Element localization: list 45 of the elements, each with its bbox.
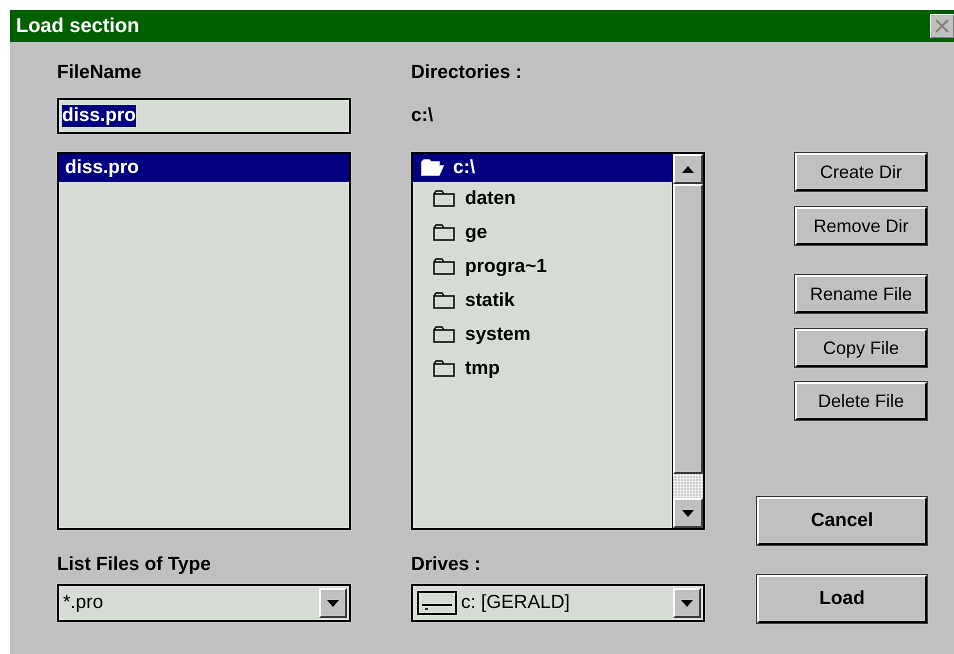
file-name-field[interactable]: diss.pro xyxy=(57,98,351,134)
dropdown-button[interactable] xyxy=(319,588,347,618)
scroll-down-button[interactable] xyxy=(673,498,703,528)
folder-icon xyxy=(433,224,457,242)
dialog-button[interactable]: Cancel xyxy=(757,497,927,545)
directory-item[interactable]: daten xyxy=(413,182,672,216)
down-arrow-icon xyxy=(681,600,693,606)
scroll-thumb[interactable] xyxy=(673,184,703,474)
up-arrow-icon xyxy=(682,166,694,172)
dialog-button[interactable]: Remove Dir xyxy=(795,207,927,245)
down-arrow-icon xyxy=(682,510,694,516)
scrollbar[interactable] xyxy=(672,154,703,528)
file-type-label: List Files of Type xyxy=(57,553,212,577)
directory-item[interactable]: system xyxy=(413,318,672,352)
directories-label: Directories : xyxy=(411,61,523,85)
file-list-item[interactable]: diss.pro xyxy=(59,154,349,182)
down-arrow-icon xyxy=(327,600,339,606)
file-name-label: FileName xyxy=(57,61,142,85)
scroll-up-button[interactable] xyxy=(673,154,703,184)
window-title: Load section xyxy=(15,14,140,38)
scroll-track[interactable] xyxy=(673,474,703,498)
current-path: c:\ xyxy=(411,104,434,128)
directory-item[interactable]: progra~1 xyxy=(413,250,672,284)
folder-icon xyxy=(433,190,457,208)
close-button[interactable] xyxy=(930,14,954,38)
dropdown-button[interactable] xyxy=(673,588,701,618)
dialog-button[interactable]: Delete File xyxy=(795,382,927,420)
drive-icon xyxy=(417,591,457,615)
directory-item[interactable]: c:\ xyxy=(413,154,672,182)
open-folder-icon xyxy=(421,159,445,177)
close-icon xyxy=(935,19,949,33)
folder-icon xyxy=(433,258,457,276)
drives-label: Drives : xyxy=(411,553,482,577)
dialog-button[interactable]: Load xyxy=(757,575,927,623)
dialog-button[interactable]: Rename File xyxy=(795,275,927,313)
dialog-button[interactable]: Create Dir xyxy=(795,153,927,191)
file-type-dropdown[interactable]: *.pro xyxy=(57,584,351,622)
directory-item[interactable]: tmp xyxy=(413,352,672,386)
drives-dropdown[interactable]: c: [GERALD] xyxy=(411,584,705,622)
folder-icon xyxy=(433,360,457,378)
directory-item[interactable]: ge xyxy=(413,216,672,250)
folder-icon xyxy=(433,292,457,310)
folder-icon xyxy=(433,326,457,344)
directory-item[interactable]: statik xyxy=(413,284,672,318)
dialog-button[interactable]: Copy File xyxy=(795,329,927,367)
